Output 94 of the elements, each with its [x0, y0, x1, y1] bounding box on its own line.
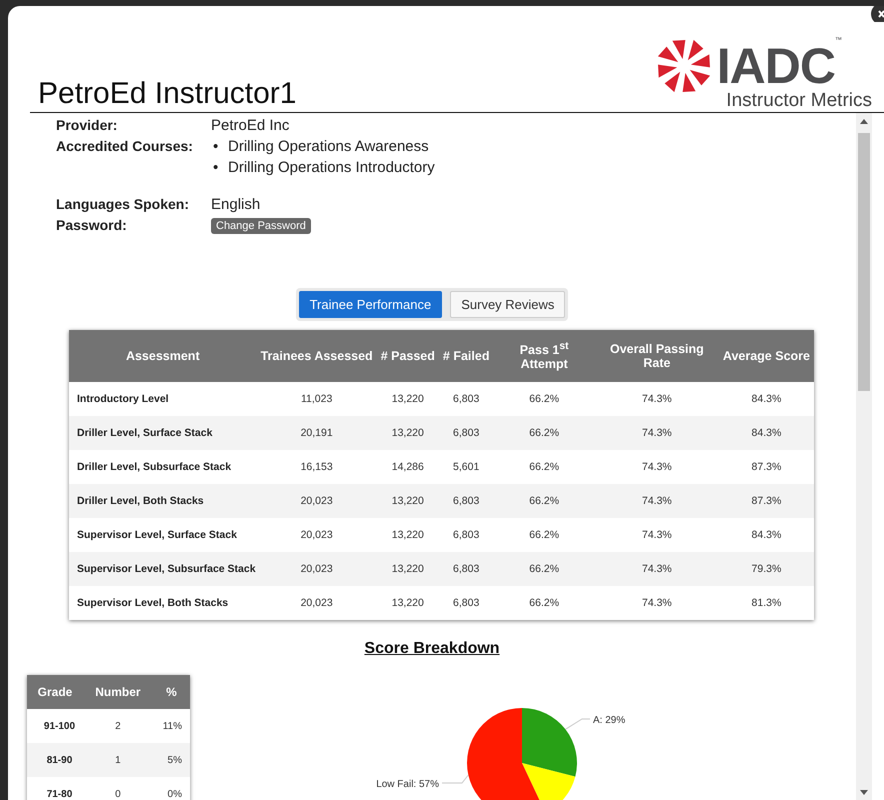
logo-text: IADC: [716, 44, 835, 88]
table-cell: 13,220: [376, 552, 439, 586]
table-cell: Supervisor Level, Subsurface Stack: [69, 552, 257, 586]
table-cell: Introductory Level: [69, 382, 257, 416]
table-cell: 2: [82, 709, 153, 743]
scrollbar[interactable]: [856, 113, 872, 800]
column-header: # Failed: [438, 330, 494, 382]
table-cell: 13,220: [376, 484, 439, 518]
table-cell: 6,803: [438, 382, 494, 416]
table-cell: 20,023: [256, 552, 377, 586]
table-cell: 1: [82, 743, 153, 777]
table-cell: 66.2%: [493, 416, 595, 450]
leader-line: [442, 774, 469, 784]
leader-line: [564, 718, 590, 730]
scroll-down-icon[interactable]: [860, 790, 868, 795]
table-cell: 11%: [152, 709, 190, 743]
field-label: Password:: [56, 216, 128, 235]
field-value: PetroEd Inc: [211, 116, 290, 136]
tab[interactable]: Survey Reviews: [450, 291, 566, 318]
table-cell: 5,601: [438, 450, 494, 484]
table-cell: 87.3%: [718, 484, 814, 518]
close-icon[interactable]: [870, 6, 884, 22]
field-label: Accredited Courses:: [56, 137, 194, 156]
table-cell: 74.3%: [594, 450, 719, 484]
table-cell: 20,023: [256, 484, 377, 518]
section-title: Score Breakdown: [363, 640, 501, 658]
column-header: Grade: [27, 675, 83, 709]
table-cell: Supervisor Level, Surface Stack: [69, 518, 257, 552]
table-cell: 0%: [152, 777, 190, 800]
field-label: Languages Spoken:: [56, 195, 190, 214]
change-password-button[interactable]: Change Password: [211, 218, 311, 234]
table-cell: 66.2%: [493, 552, 595, 586]
table-cell: 74.3%: [594, 484, 719, 518]
table-cell: 66.2%: [493, 382, 595, 416]
column-header: Pass 1$^{st}$ Attempt: [493, 330, 595, 382]
slice-label: Low Fail: 57%: [376, 779, 439, 790]
table-cell: 84.3%: [718, 518, 814, 552]
table-cell: 20,023: [256, 586, 377, 620]
table-cell: Driller Level, Subsurface Stack: [69, 450, 257, 484]
table-cell: 66.2%: [493, 518, 595, 552]
table-cell: 84.3%: [718, 416, 814, 450]
field-value: English: [211, 195, 262, 215]
table-cell: 74.3%: [594, 552, 719, 586]
table-cell: Supervisor Level, Both Stacks: [69, 586, 257, 620]
table-cell: 74.3%: [594, 382, 719, 416]
page-subtitle: Instructor Metrics: [726, 91, 872, 110]
table-cell: 6,803: [438, 484, 494, 518]
bullet: •: [212, 158, 220, 178]
table-cell: 74.3%: [594, 518, 719, 552]
table-cell: 79.3%: [718, 552, 814, 586]
table-cell: 6,803: [438, 518, 494, 552]
table-cell: 16,153: [256, 450, 377, 484]
table-cell: 66.2%: [493, 450, 595, 484]
table-cell: 13,220: [376, 382, 439, 416]
column-header: Trainees Assessed: [256, 330, 377, 382]
page-title: PetroEd Instructor1: [38, 77, 296, 110]
table-cell: 71-80: [27, 777, 83, 800]
scroll-up-icon[interactable]: [860, 119, 868, 124]
tab[interactable]: Trainee Performance: [298, 291, 442, 318]
table-cell: 5%: [152, 743, 190, 777]
table-cell: 66.2%: [493, 586, 595, 620]
field-label: Provider:: [56, 116, 118, 135]
table-cell: 81.3%: [718, 586, 814, 620]
column-header: Overall Passing Rate: [594, 330, 719, 382]
table-cell: Driller Level, Both Stacks: [69, 484, 257, 518]
column-header: %: [152, 675, 190, 709]
table-cell: 13,220: [376, 518, 439, 552]
table-cell: 13,220: [376, 416, 439, 450]
scroll-thumb[interactable]: [858, 133, 870, 391]
course-item: Drilling Operations Awareness: [228, 137, 429, 157]
table-cell: 74.3%: [594, 586, 719, 620]
table-cell: 13,220: [376, 586, 439, 620]
slice-label: A: 29%: [593, 715, 626, 726]
column-header: Number: [82, 675, 153, 709]
course-item: Drilling Operations Introductory: [228, 158, 435, 178]
column-header: # Passed: [376, 330, 439, 382]
table-cell: 66.2%: [493, 484, 595, 518]
table-cell: 81-90: [27, 743, 83, 777]
table-cell: 0: [82, 777, 153, 800]
table-cell: 6,803: [438, 552, 494, 586]
table-cell: 11,023: [256, 382, 377, 416]
table-cell: 74.3%: [594, 416, 719, 450]
table-cell: 20,023: [256, 518, 377, 552]
table-cell: 20,191: [256, 416, 377, 450]
column-header: Assessment: [69, 330, 257, 382]
table-cell: 6,803: [438, 416, 494, 450]
bullet: •: [212, 137, 220, 157]
table-cell: 14,286: [376, 450, 439, 484]
table-cell: 91-100: [27, 709, 83, 743]
table-cell: 84.3%: [718, 382, 814, 416]
table-cell: 6,803: [438, 586, 494, 620]
column-header: Average Score: [718, 330, 814, 382]
table-cell: Driller Level, Surface Stack: [69, 416, 257, 450]
table-cell: 87.3%: [718, 450, 814, 484]
